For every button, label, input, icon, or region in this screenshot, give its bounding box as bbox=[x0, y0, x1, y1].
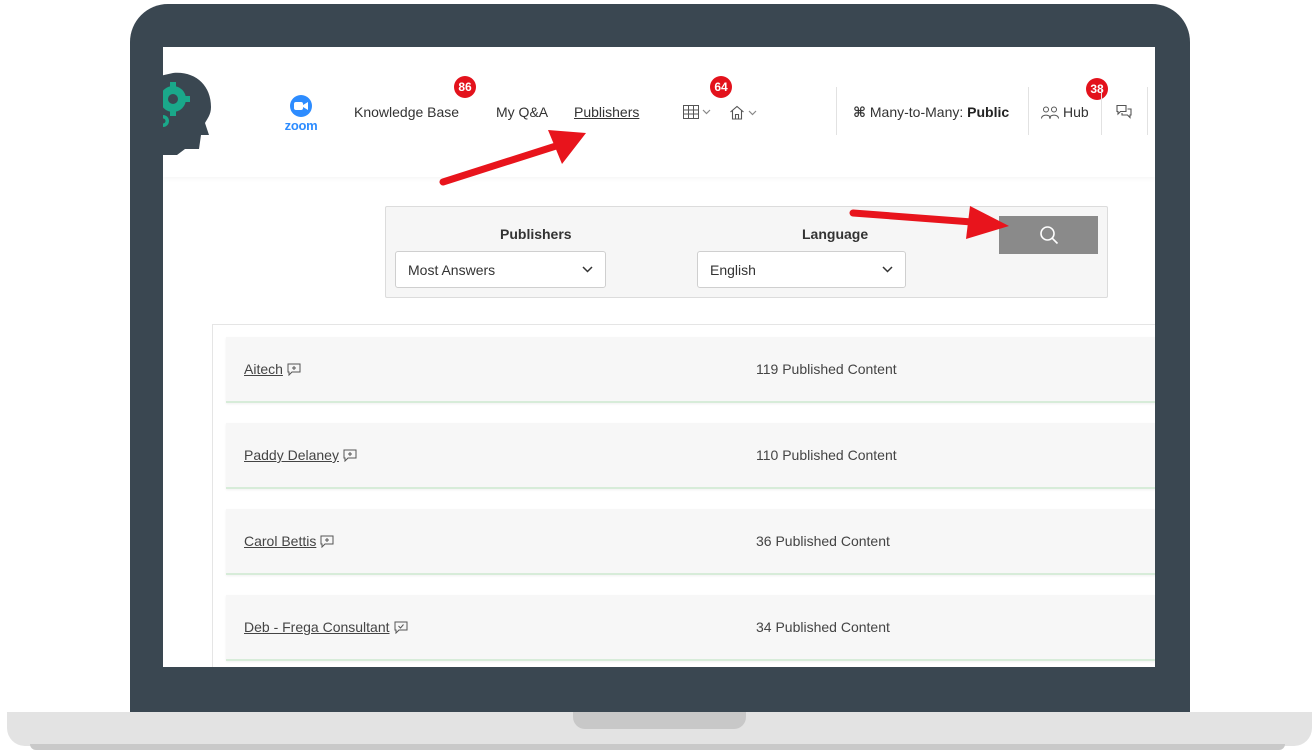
network-icon: ⌘ bbox=[853, 104, 866, 120]
chat-icon[interactable] bbox=[1116, 104, 1132, 119]
publishers-filter-label: Publishers bbox=[500, 226, 572, 242]
many-to-many-value: Public bbox=[967, 104, 1010, 120]
publisher-name-link[interactable]: Paddy Delaney bbox=[244, 447, 357, 463]
nav-divider bbox=[836, 87, 837, 135]
grid-menu-badge: 64 bbox=[710, 76, 732, 98]
nav-knowledge-base[interactable]: Knowledge Base bbox=[354, 104, 459, 120]
published-content-count: 34 Published Content bbox=[756, 619, 890, 635]
top-navbar: zoom 86 Knowledge Base My Q&A Publishers… bbox=[163, 47, 1155, 177]
publisher-name: Paddy Delaney bbox=[244, 447, 339, 463]
grid-menu-button[interactable] bbox=[683, 105, 711, 119]
grid-icon bbox=[683, 105, 699, 119]
nav-my-qa[interactable]: My Q&A bbox=[496, 104, 548, 120]
publisher-name: Carol Bettis bbox=[244, 533, 317, 549]
publisher-name-link[interactable]: Carol Bettis bbox=[244, 533, 334, 549]
zoom-label: zoom bbox=[284, 118, 318, 133]
chevron-down-icon bbox=[748, 110, 757, 115]
list-item[interactable]: Paddy Delaney 110 Published Content bbox=[226, 423, 1155, 489]
search-button[interactable] bbox=[999, 216, 1098, 254]
chevron-down-icon bbox=[582, 266, 593, 273]
nav-publishers[interactable]: Publishers bbox=[574, 104, 639, 120]
comment-add-icon[interactable] bbox=[343, 449, 357, 462]
knowledge-base-badge: 86 bbox=[454, 76, 476, 98]
many-to-many-selector[interactable]: ⌘ Many-to-Many: Public bbox=[853, 104, 1009, 121]
laptop-notch bbox=[573, 712, 746, 729]
hub-link[interactable]: Hub bbox=[1041, 104, 1089, 120]
brain-gear-logo[interactable] bbox=[163, 69, 217, 155]
list-item[interactable]: Deb - Frega Consultant 34 Published Cont… bbox=[226, 595, 1155, 661]
chevron-down-icon bbox=[702, 109, 711, 115]
home-menu-button[interactable] bbox=[729, 105, 757, 120]
comment-add-icon[interactable] bbox=[320, 535, 334, 548]
search-icon bbox=[1039, 226, 1058, 245]
many-to-many-label: Many-to-Many: bbox=[869, 104, 964, 120]
language-select[interactable]: English bbox=[697, 251, 906, 288]
arrow-to-publishers-annotation bbox=[439, 130, 586, 186]
video-camera-icon bbox=[290, 95, 312, 117]
comment-add-icon[interactable] bbox=[287, 363, 301, 376]
nav-divider bbox=[1028, 87, 1029, 135]
zoom-app-link[interactable]: zoom bbox=[284, 95, 318, 143]
app-screen: zoom 86 Knowledge Base My Q&A Publishers… bbox=[163, 47, 1155, 667]
publisher-name-link[interactable]: Deb - Frega Consultant bbox=[244, 619, 408, 635]
publisher-name: Aitech bbox=[244, 361, 283, 377]
people-icon bbox=[1041, 106, 1059, 119]
comment-check-icon[interactable] bbox=[394, 621, 408, 634]
publisher-name: Deb - Frega Consultant bbox=[244, 619, 390, 635]
published-content-count: 119 Published Content bbox=[756, 361, 897, 377]
nav-divider bbox=[1101, 87, 1102, 135]
publisher-list: Aitech 119 Published Content Paddy Delan… bbox=[212, 324, 1155, 667]
nav-divider bbox=[1147, 87, 1148, 135]
arrow-to-search-annotation bbox=[849, 206, 1009, 239]
published-content-count: 110 Published Content bbox=[756, 447, 897, 463]
language-value: English bbox=[710, 261, 756, 278]
list-item[interactable]: Carol Bettis 36 Published Content bbox=[226, 509, 1155, 575]
publishers-sort-value: Most Answers bbox=[408, 261, 496, 278]
published-content-count: 36 Published Content bbox=[756, 533, 890, 549]
publishers-sort-select[interactable]: Most Answers bbox=[395, 251, 606, 288]
hub-badge: 38 bbox=[1086, 78, 1108, 100]
chevron-down-icon bbox=[882, 266, 893, 273]
home-icon bbox=[730, 105, 744, 120]
list-item[interactable]: Aitech 119 Published Content bbox=[226, 337, 1155, 403]
hub-label: Hub bbox=[1063, 104, 1089, 120]
publisher-name-link[interactable]: Aitech bbox=[244, 361, 301, 377]
laptop-base-shadow bbox=[30, 744, 1285, 750]
